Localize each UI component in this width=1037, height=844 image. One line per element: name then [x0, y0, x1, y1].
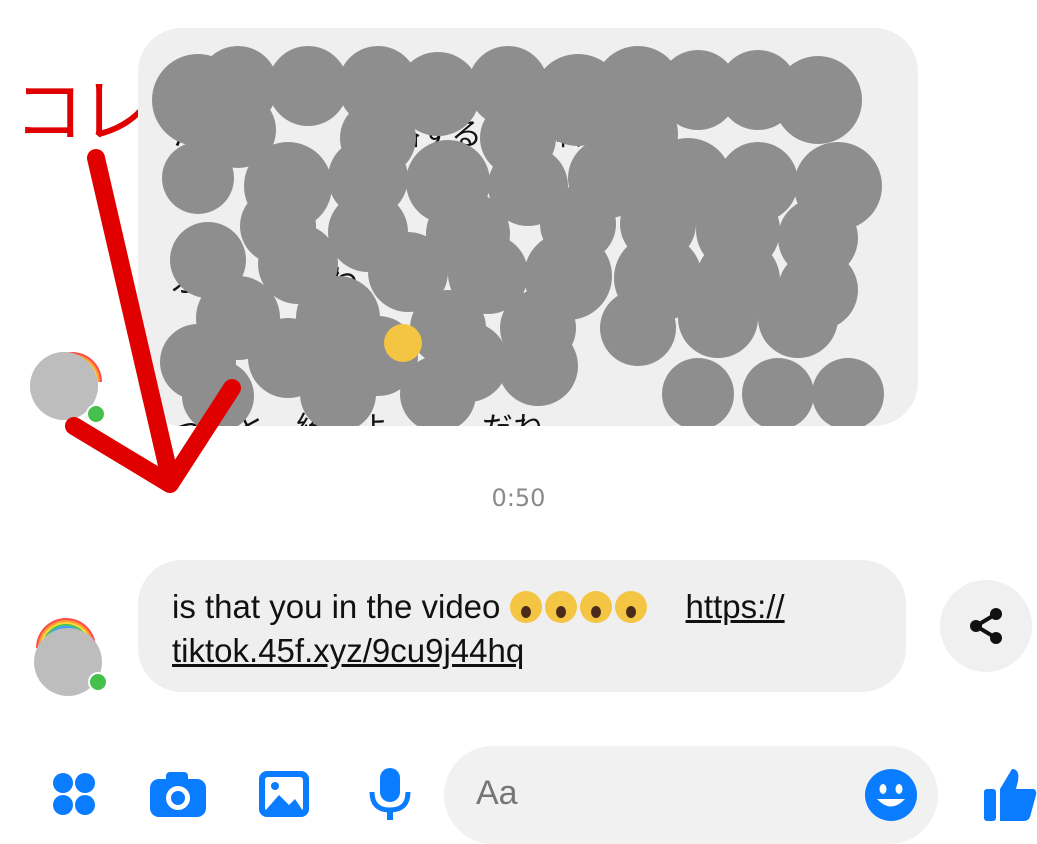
- voice-button[interactable]: [358, 762, 422, 826]
- redaction-overlay: [138, 28, 918, 426]
- share-button[interactable]: [940, 580, 1032, 672]
- share-icon: [970, 608, 1002, 644]
- message-input[interactable]: [476, 774, 856, 813]
- message-bubble-redacted[interactable]: あ っ た ち 略すると 体人数決 ぷ わ の だ っ と 統 よ だね。: [138, 28, 918, 426]
- redaction-blob: [758, 278, 838, 358]
- compose-box[interactable]: [444, 746, 938, 844]
- redaction-blob: [774, 56, 862, 144]
- redaction-blob: [268, 46, 348, 126]
- online-status-dot: [86, 404, 106, 424]
- message-timestamp: 0:50: [491, 484, 546, 512]
- emoji-icon[interactable]: [864, 768, 918, 822]
- redaction-blob: [300, 356, 376, 426]
- redaction-blob: [400, 356, 476, 426]
- annotation-label: コレ: [14, 71, 150, 153]
- image-icon: [259, 771, 309, 817]
- redaction-blob: [498, 326, 578, 406]
- camera-button[interactable]: [146, 762, 210, 826]
- redaction-blob: [678, 278, 758, 358]
- camera-icon: [150, 772, 206, 817]
- screaming-emoji: [614, 591, 647, 623]
- redaction-blob: [662, 358, 734, 426]
- message-bubble[interactable]: is that you in the video https:// tiktok…: [138, 560, 906, 692]
- screaming-emoji: [544, 591, 577, 623]
- grinning-sweat-emoji: [384, 324, 422, 362]
- redaction-blob: [182, 360, 254, 426]
- menu-dots-icon: [53, 773, 95, 815]
- redaction-blob: [162, 142, 234, 214]
- gallery-button[interactable]: [252, 762, 316, 826]
- message-link[interactable]: https://: [686, 588, 785, 625]
- menu-dots-button[interactable]: [42, 762, 106, 826]
- microphone-icon: [369, 768, 411, 820]
- message-body: is that you in the video: [172, 588, 510, 625]
- redaction-blob: [812, 358, 884, 426]
- screaming-emoji: [509, 591, 542, 623]
- message-text: is that you in the video https:// tiktok…: [172, 585, 892, 673]
- like-button[interactable]: [978, 762, 1037, 826]
- screaming-emoji: [579, 591, 612, 623]
- message-link[interactable]: tiktok.45f.xyz/9cu9j44hq: [172, 632, 524, 669]
- redaction-blob: [742, 358, 814, 426]
- redaction-blob: [600, 290, 676, 366]
- thumbs-up-icon: [984, 769, 1037, 821]
- online-status-dot: [88, 672, 108, 692]
